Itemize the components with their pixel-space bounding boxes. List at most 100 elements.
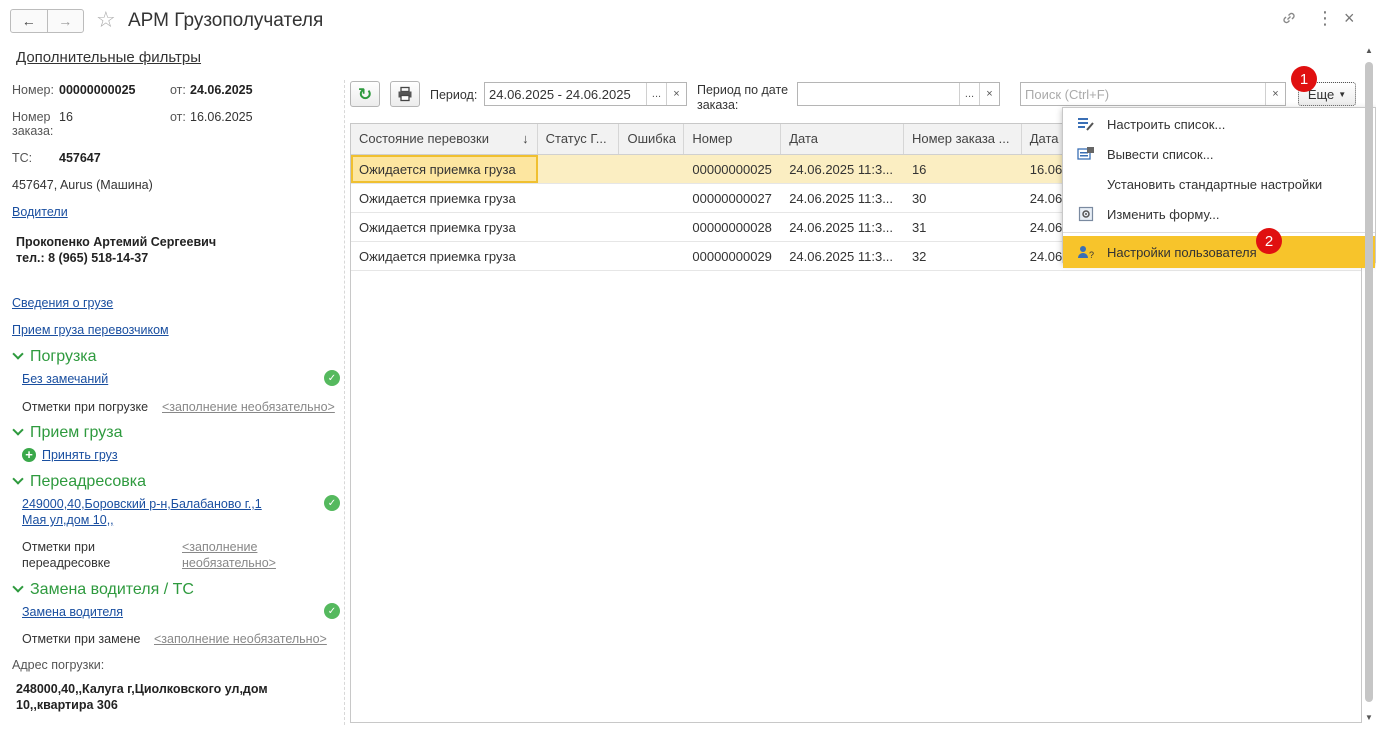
panel-divider[interactable] [344, 80, 345, 725]
scroll-up-icon[interactable]: ▲ [1365, 46, 1373, 55]
section-receive[interactable]: Прием груза [12, 424, 122, 442]
search-clear-icon[interactable]: × [1265, 83, 1285, 105]
cell-order-number[interactable]: 30 [904, 184, 1022, 212]
period-label: Период: [430, 88, 478, 102]
menu-item-change-form-label: Изменить форму... [1107, 206, 1220, 222]
section-loading-title: Погрузка [30, 348, 97, 365]
cell-error[interactable] [619, 155, 684, 183]
section-readdress[interactable]: Переадресовка [12, 473, 147, 491]
menu-item-user-settings[interactable]: ? Настройки пользователя [1063, 236, 1375, 268]
cell-order-number[interactable]: 32 [904, 242, 1022, 270]
step-badge-1: 1 [1291, 66, 1317, 92]
column-number[interactable]: Номер [684, 124, 782, 154]
cell-status[interactable]: Ожидается приемка груза [351, 213, 538, 241]
additional-filters-link[interactable]: Дополнительные фильтры [16, 49, 201, 66]
cell-number[interactable]: 00000000027 [684, 184, 781, 212]
menu-item-customize-list[interactable]: Настроить список... [1063, 109, 1375, 139]
plus-circle-icon: + [22, 448, 36, 462]
refresh-icon: ↻ [357, 84, 373, 104]
history-nav: ← → [10, 9, 84, 33]
refresh-button[interactable]: ↻ [350, 81, 380, 107]
replace-marks-optional[interactable]: <заполнение необязательно> [154, 632, 327, 646]
back-arrow-icon[interactable]: ← [11, 10, 47, 32]
column-cargo-status[interactable]: Статус Г... [538, 124, 620, 154]
check-circle-icon: ✓ [324, 603, 340, 619]
section-readdress-title: Переадресовка [30, 473, 147, 490]
number-value: 00000000025 [59, 83, 136, 97]
column-date[interactable]: Дата [781, 124, 904, 154]
menu-item-customize-list-label: Настроить список... [1107, 116, 1226, 132]
cell-cargo-status[interactable] [538, 242, 620, 270]
output-list-icon [1075, 145, 1097, 163]
cell-status[interactable]: Ожидается приемка груза [351, 155, 538, 183]
cell-number[interactable]: 00000000028 [684, 213, 781, 241]
step-badge-2: 2 [1256, 228, 1282, 254]
cell-order-number[interactable]: 31 [904, 213, 1022, 241]
chevron-down-icon [12, 581, 24, 593]
check-circle-icon: ✓ [324, 370, 340, 386]
loading-marks-optional[interactable]: <заполнение необязательно> [162, 400, 335, 414]
period-value: 24.06.2025 - 24.06.2025 [489, 86, 631, 102]
menu-item-default-settings[interactable]: Установить стандартные настройки [1063, 169, 1375, 199]
cell-order-number[interactable]: 16 [904, 155, 1022, 183]
cell-error[interactable] [619, 242, 684, 270]
cell-cargo-status[interactable] [538, 213, 620, 241]
replace-marks-label: Отметки при замене [22, 632, 141, 646]
from-label: от: [170, 83, 186, 97]
replace-driver-link[interactable]: Замена водителя [22, 605, 123, 619]
column-status-label: Состояние перевозки [359, 131, 489, 146]
no-remarks-link[interactable]: Без замечаний [22, 372, 108, 386]
order-period-clear-icon[interactable]: × [979, 83, 999, 105]
column-order-number[interactable]: Номер заказа ... [904, 124, 1022, 154]
scrollbar-thumb[interactable] [1365, 62, 1373, 702]
section-replace[interactable]: Замена водителя / ТС [12, 581, 194, 599]
print-button[interactable] [390, 81, 420, 107]
readdress-marks-optional[interactable]: <заполнение [182, 540, 257, 554]
cell-number[interactable]: 00000000025 [684, 155, 781, 183]
menu-item-default-settings-label: Установить стандартные настройки [1107, 176, 1323, 192]
cell-number[interactable]: 00000000029 [684, 242, 781, 270]
cell-cargo-status[interactable] [538, 184, 620, 212]
order-value: 16 [59, 110, 73, 124]
menu-item-change-form[interactable]: Изменить форму... [1063, 199, 1375, 229]
more-vertical-icon[interactable]: ⋮ [1316, 8, 1334, 29]
readdress-address-link-2[interactable]: Мая ул,дом 10,, [22, 513, 114, 527]
search-input[interactable]: Поиск (Ctrl+F) × [1020, 82, 1286, 106]
menu-item-output-list[interactable]: Вывести список... [1063, 139, 1375, 169]
ts-value: 457647 [59, 151, 101, 165]
cell-date[interactable]: 24.06.2025 11:3... [781, 155, 904, 183]
loading-address: 248000,40,,Калуга г,Циолковского ул,дом [16, 682, 268, 696]
close-icon[interactable]: × [1344, 8, 1355, 29]
order-period-select-button[interactable]: ... [959, 83, 979, 105]
cell-date[interactable]: 24.06.2025 11:3... [781, 184, 904, 212]
cargo-info-link[interactable]: Сведения о грузе [12, 296, 113, 310]
cell-status[interactable]: Ожидается приемка груза [351, 184, 538, 212]
readdress-address-link[interactable]: 249000,40,Боровский р-н,Балабаново г.,1 [22, 497, 262, 511]
forward-arrow-icon[interactable]: → [46, 10, 84, 32]
cell-error[interactable] [619, 213, 684, 241]
period-select-button[interactable]: ... [646, 83, 666, 105]
number-label: Номер: [12, 83, 54, 97]
cell-date[interactable]: 24.06.2025 11:3... [781, 242, 904, 270]
link-icon[interactable] [1281, 10, 1297, 31]
column-error[interactable]: Ошибка [619, 124, 685, 154]
scroll-down-icon[interactable]: ▼ [1365, 713, 1373, 722]
drivers-link[interactable]: Водители [12, 205, 68, 219]
period-field[interactable]: 24.06.2025 - 24.06.2025 ... × [484, 82, 687, 106]
order-period-label: Период по дате заказа: [697, 83, 788, 113]
check-circle-icon: ✓ [324, 495, 340, 511]
column-status[interactable]: Состояние перевозки ↓ [351, 124, 538, 154]
cell-date[interactable]: 24.06.2025 11:3... [781, 213, 904, 241]
order-period-field[interactable]: ... × [797, 82, 1000, 106]
favorite-star-icon[interactable]: ☆ [96, 8, 116, 32]
chevron-down-icon [12, 473, 24, 485]
readdress-marks-optional-2[interactable]: необязательно> [182, 556, 276, 570]
order-from-label: от: [170, 110, 186, 124]
accept-cargo-link[interactable]: Принять груз [42, 448, 118, 462]
period-clear-icon[interactable]: × [666, 83, 686, 105]
cell-cargo-status[interactable] [538, 155, 620, 183]
carrier-acceptance-link[interactable]: Прием груза перевозчиком [12, 323, 169, 337]
cell-status[interactable]: Ожидается приемка груза [351, 242, 538, 270]
cell-error[interactable] [619, 184, 684, 212]
section-loading[interactable]: Погрузка [12, 348, 97, 366]
